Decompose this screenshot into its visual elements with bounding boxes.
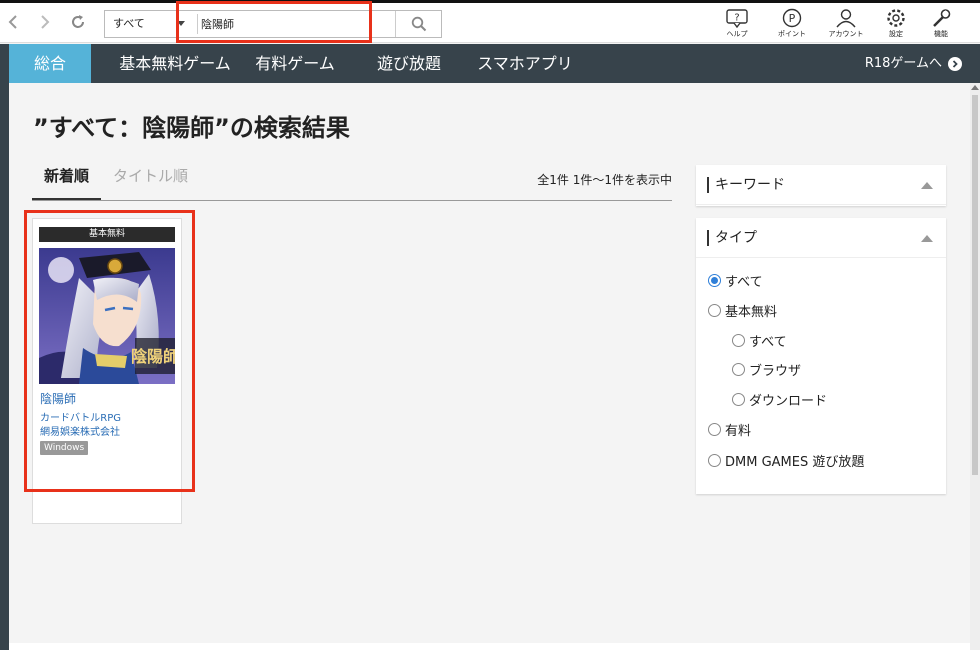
option-label: ダウンロード (749, 394, 828, 409)
account-icon (836, 9, 856, 28)
search-input[interactable] (201, 12, 391, 36)
page-scrollbar[interactable] (970, 83, 980, 650)
reload-icon (72, 15, 84, 28)
left-edge-strip (0, 44, 9, 650)
arrow-right-circle-icon (948, 56, 962, 71)
option-label: DMM GAMES 遊び放題 (725, 455, 865, 470)
point-icon: P (782, 8, 802, 28)
chevron-down-icon[interactable] (177, 21, 185, 26)
svg-text:?: ? (734, 13, 739, 24)
search-divider (197, 14, 198, 34)
chevron-left-icon (8, 15, 17, 29)
platform-tag: Windows (40, 441, 89, 455)
radio-button[interactable] (708, 304, 721, 317)
game-thumbnail[interactable]: 陰陽師 (39, 248, 175, 384)
type-option-browser[interactable]: ブラウザ (732, 360, 801, 379)
nav-item-unlimited[interactable]: 遊び放題 (369, 44, 449, 83)
gear-icon (887, 9, 905, 27)
collapse-arrow-icon[interactable] (921, 182, 933, 189)
keyword-filter-title: キーワード (715, 177, 785, 193)
option-label: 有料 (725, 424, 752, 439)
result-count: 全1件 1件～1件を表示中 (537, 173, 672, 187)
point-label: ポイント (778, 30, 806, 38)
search-bar: すべて (104, 10, 442, 38)
reload-button[interactable] (67, 11, 89, 33)
browser-toolbar: すべて ? ヘルプ P ポイント アカウント 設定 機能 (0, 3, 980, 43)
account-label: アカウント (828, 30, 864, 38)
game-card[interactable]: 基本無料 陰陽師 陰陽師 カードバトルRPG 網易娯楽株式会社 Windows (32, 218, 182, 524)
help-label: ヘルプ (726, 30, 748, 38)
type-option-paid[interactable]: 有料 (708, 420, 751, 439)
search-icon (411, 16, 426, 32)
account-button[interactable]: アカウント (823, 8, 869, 42)
radio-button[interactable] (708, 454, 721, 467)
keyword-filter-header[interactable]: キーワード (696, 165, 946, 205)
radio-button[interactable] (708, 274, 721, 287)
function-label: 機能 (934, 30, 948, 38)
radio-button[interactable] (732, 393, 745, 406)
type-filter-title: タイプ (715, 230, 757, 246)
page-bottom-edge (9, 643, 970, 650)
type-option-all[interactable]: すべて (708, 271, 763, 290)
option-label: 基本無料 (725, 305, 778, 320)
r18-link-label: R18ゲームへ (864, 56, 942, 71)
nav-item-paid-games[interactable]: 有料ゲーム (245, 44, 345, 83)
collapse-arrow-icon[interactable] (921, 235, 933, 242)
wrench-icon (933, 9, 951, 27)
option-label: すべて (725, 275, 763, 290)
nav-item-smartphone-apps[interactable]: スマホアプリ (475, 44, 575, 83)
tab-title-order[interactable]: タイトル順 (113, 164, 188, 200)
type-option-download[interactable]: ダウンロード (732, 390, 827, 409)
nav-item-all[interactable]: 総合 (9, 44, 91, 83)
type-option-unlimited[interactable]: DMM GAMES 遊び放題 (708, 451, 864, 470)
type-filter-panel: タイプ すべて 基本無料 すべて ブラウザ ダウンロード 有料 DMM GAME… (696, 218, 946, 494)
radio-button[interactable] (732, 363, 745, 376)
settings-button[interactable]: 設定 (873, 8, 919, 42)
back-button[interactable] (2, 11, 24, 33)
nav-item-free-games[interactable]: 基本無料ゲーム (100, 44, 250, 83)
point-button[interactable]: P ポイント (769, 8, 815, 42)
settings-label: 設定 (889, 30, 903, 38)
game-maker-link[interactable]: 網易娯楽株式会社 (40, 423, 120, 438)
page-title: ”すべて：陰陽師”の検索結果 (33, 114, 350, 142)
radio-button[interactable] (708, 423, 721, 436)
scroll-up-arrow-icon[interactable] (971, 85, 979, 90)
radio-button[interactable] (732, 334, 745, 347)
search-button[interactable] (395, 11, 441, 37)
scroll-thumb[interactable] (972, 95, 978, 475)
forward-button[interactable] (34, 11, 56, 33)
option-label: ブラウザ (749, 364, 802, 379)
game-logo-text: 陰陽師 (131, 347, 175, 366)
free-badge: 基本無料 (39, 227, 175, 242)
header-bar-mark (707, 230, 709, 246)
function-button[interactable]: 機能 (918, 8, 964, 42)
option-label: すべて (749, 335, 787, 350)
svg-text:P: P (789, 12, 796, 25)
sort-tabs: 新着順 タイトル順 全1件 1件～1件を表示中 (32, 164, 672, 201)
type-option-free[interactable]: 基本無料 (708, 301, 777, 320)
help-icon: ? (726, 9, 748, 28)
type-filter-header[interactable]: タイプ (696, 218, 946, 258)
chevron-right-icon (41, 15, 50, 29)
main-nav: 総合 基本無料ゲーム 有料ゲーム 遊び放題 スマホアプリ R18ゲームへ (9, 44, 980, 83)
keyword-filter-panel: キーワード (696, 165, 946, 206)
tab-newest[interactable]: 新着順 (32, 164, 102, 200)
header-bar-mark (707, 177, 709, 193)
category-select[interactable]: すべて (105, 11, 175, 37)
help-button[interactable]: ? ヘルプ (714, 8, 760, 42)
game-title-link[interactable]: 陰陽師 (40, 390, 76, 407)
game-genre-link[interactable]: カードバトルRPG (40, 409, 121, 424)
r18-link[interactable]: R18ゲームへ (865, 44, 962, 83)
type-option-free-all[interactable]: すべて (732, 331, 787, 350)
